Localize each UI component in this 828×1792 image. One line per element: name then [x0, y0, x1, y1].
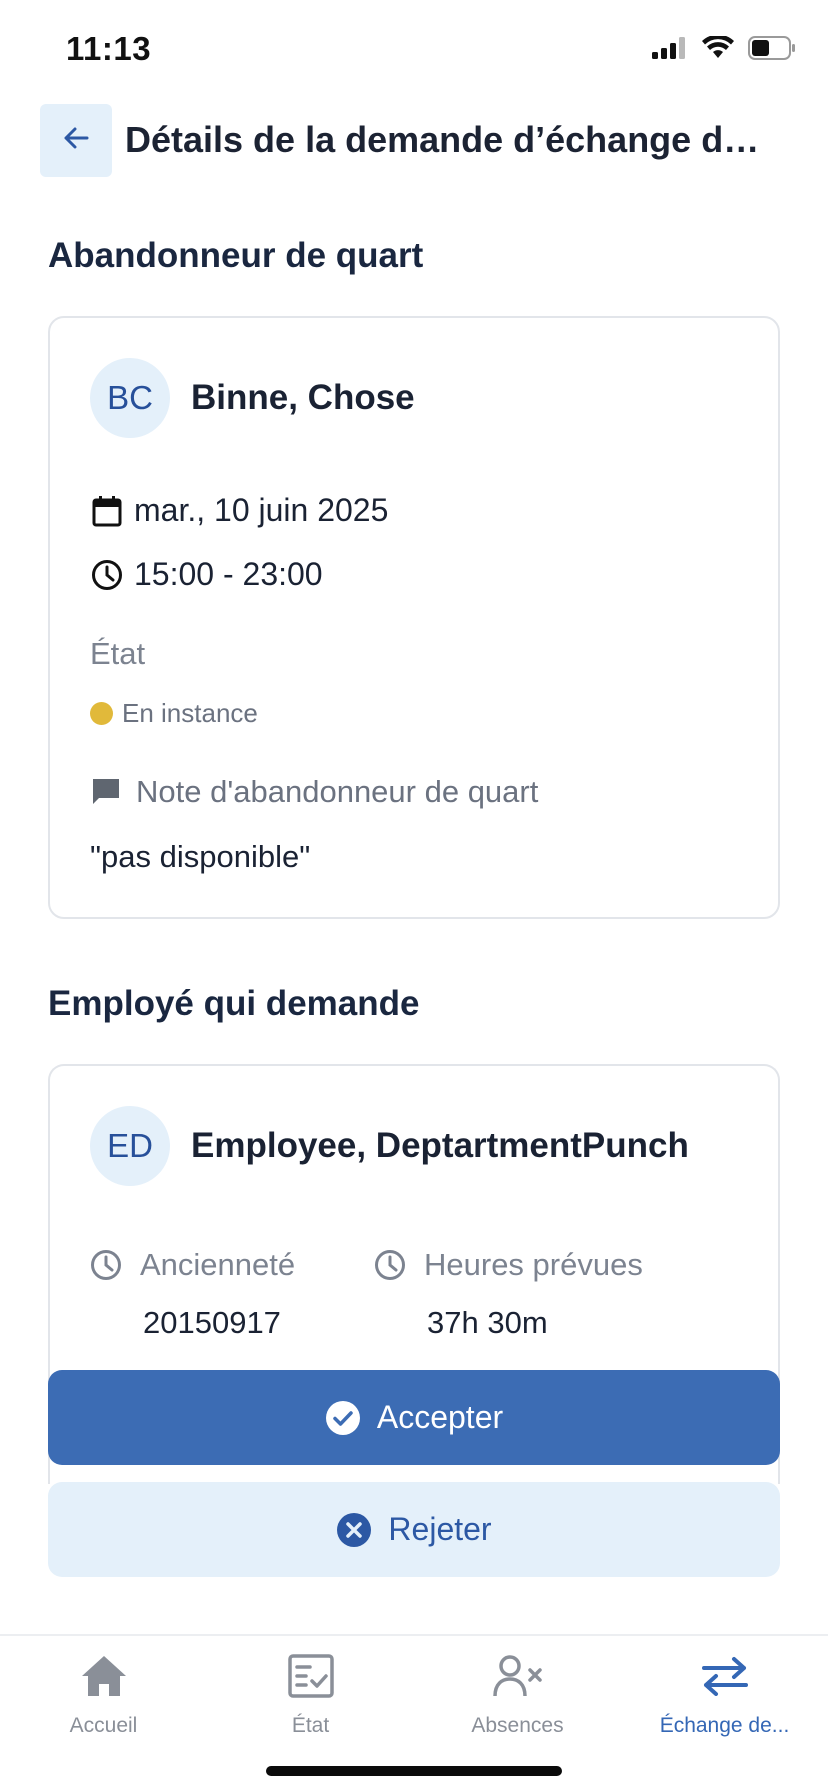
- status-icons: [652, 34, 796, 65]
- page-title: Détails de la demande d’échange de...: [125, 119, 765, 160]
- requester-name: Employee, DeptartmentPunch: [191, 1126, 689, 1165]
- accept-label: Accepter: [376, 1399, 504, 1435]
- swap-arrows-icon: [700, 1648, 750, 1704]
- tab-label: État: [291, 1714, 330, 1737]
- accept-button[interactable]: Accepter: [48, 1370, 780, 1465]
- home-icon: [80, 1648, 128, 1704]
- tab-shift-exchange[interactable]: Échange de...: [621, 1648, 828, 1738]
- seniority-metric: Ancienneté 20150917: [90, 1247, 295, 1341]
- state-label: État: [90, 636, 146, 671]
- back-button[interactable]: [40, 103, 112, 177]
- clock-icon: [374, 1249, 406, 1281]
- tab-absences[interactable]: Absences: [414, 1648, 621, 1738]
- shift-time-row: 15:00 - 23:00: [90, 556, 323, 593]
- tab-label: Absences: [471, 1714, 564, 1737]
- signal-icon: [652, 37, 688, 64]
- giver-card: BC Binne, Chose mar., 10 juin 2025 15:00…: [48, 316, 780, 919]
- clock-icon: [90, 1249, 122, 1281]
- note-label-row: Note d'abandonneur de quart: [90, 774, 538, 810]
- seniority-value: 20150917: [143, 1305, 281, 1340]
- person-x-icon: [492, 1648, 543, 1704]
- reject-label: Rejeter: [388, 1511, 492, 1547]
- status-bar: 11:13: [0, 0, 828, 100]
- checklist-icon: [287, 1648, 334, 1704]
- home-indicator[interactable]: [266, 1766, 562, 1776]
- requester-person: ED Employee, DeptartmentPunch: [90, 1106, 689, 1186]
- tab-home[interactable]: Accueil: [0, 1648, 207, 1738]
- giver-person: BC Binne, Chose: [90, 358, 415, 438]
- avatar: ED: [90, 1106, 170, 1186]
- header: Détails de la demande d’échange de...: [40, 103, 788, 177]
- calendar-icon: [90, 494, 124, 528]
- tab-state[interactable]: État: [207, 1648, 414, 1738]
- avatar: BC: [90, 358, 170, 438]
- pending-dot-icon: [90, 702, 113, 725]
- requester-section-title: Employé qui demande: [48, 984, 420, 1023]
- shift-date-row: mar., 10 juin 2025: [90, 492, 388, 529]
- arrow-left-icon: [62, 125, 90, 156]
- reject-button[interactable]: Rejeter: [48, 1482, 780, 1577]
- wifi-icon: [702, 34, 734, 65]
- hours-label: Heures prévues: [424, 1247, 643, 1282]
- giver-name: Binne, Chose: [191, 378, 415, 417]
- note-text: "pas disponible": [90, 839, 311, 874]
- tab-label: Échange de...: [659, 1714, 790, 1737]
- scheduled-hours-metric: Heures prévues 37h 30m: [374, 1247, 643, 1341]
- check-circle-icon: [325, 1400, 361, 1436]
- seniority-label: Ancienneté: [140, 1247, 296, 1282]
- status-time: 11:13: [66, 30, 152, 67]
- comment-icon: [90, 776, 122, 808]
- status-badge: En instance: [90, 698, 258, 729]
- x-circle-icon: [336, 1512, 372, 1548]
- hours-value: 37h 30m: [427, 1305, 548, 1340]
- status-text: En instance: [122, 698, 258, 728]
- clock-icon: [90, 558, 124, 592]
- tab-label: Accueil: [69, 1714, 138, 1737]
- battery-icon: [748, 36, 796, 65]
- shift-date: mar., 10 juin 2025: [134, 492, 389, 528]
- shift-time: 15:00 - 23:00: [134, 556, 323, 592]
- note-label: Note d'abandonneur de quart: [136, 774, 539, 809]
- giver-section-title: Abandonneur de quart: [48, 236, 424, 275]
